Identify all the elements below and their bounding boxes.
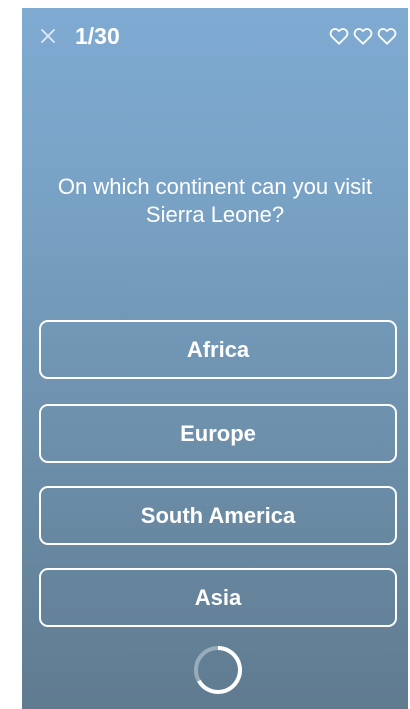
quiz-header: 1/30 — [22, 8, 408, 68]
loading-spinner-icon — [194, 646, 243, 694]
heart-outline-icon — [377, 28, 397, 45]
heart-outline-icon — [329, 28, 349, 45]
lives-indicator — [328, 25, 398, 47]
close-icon[interactable] — [36, 24, 60, 48]
quiz-screen: 1/30 On which continent can you visit Si… — [22, 8, 408, 709]
answer-button-asia[interactable]: Asia — [39, 568, 397, 627]
question-text: On which continent can you visit Sierra … — [57, 174, 373, 227]
answer-button-europe[interactable]: Europe — [39, 404, 397, 463]
answer-button-south-america[interactable]: South America — [39, 486, 397, 545]
answer-button-africa[interactable]: Africa — [39, 320, 397, 379]
question-counter: 1/30 — [75, 23, 120, 49]
heart-outline-icon — [353, 28, 373, 45]
